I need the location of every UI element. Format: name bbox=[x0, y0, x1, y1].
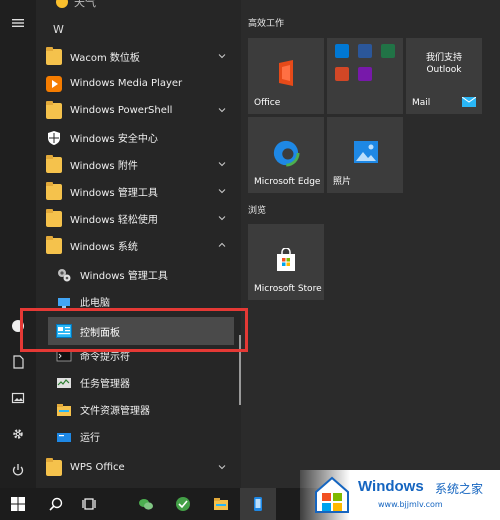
chevron-down-icon bbox=[218, 108, 226, 113]
chevron-down-icon bbox=[218, 465, 226, 470]
folder-icon bbox=[46, 46, 62, 65]
hamburger-menu-icon[interactable] bbox=[0, 5, 36, 41]
powerpoint-icon bbox=[335, 67, 349, 81]
app-list-scrollbar[interactable] bbox=[239, 335, 241, 405]
chevron-down-icon bbox=[218, 54, 226, 59]
app-list[interactable]: 天气 W Wacom 数位板 Windows Media Player Wind… bbox=[36, 0, 241, 488]
windows-logo-icon bbox=[11, 497, 25, 511]
folder-icon bbox=[46, 457, 62, 476]
admin-tools-icon bbox=[56, 267, 72, 283]
letter-header-w[interactable]: W bbox=[53, 23, 64, 36]
list-item-file-explorer[interactable]: 文件资源管理器 bbox=[56, 396, 236, 423]
list-item-task-manager[interactable]: 任务管理器 bbox=[56, 369, 236, 396]
list-item-media-player[interactable]: Windows Media Player bbox=[46, 70, 236, 97]
folder-icon bbox=[46, 100, 62, 119]
search-button[interactable] bbox=[38, 488, 74, 520]
tile-group-title-browse[interactable]: 浏览 bbox=[248, 203, 266, 216]
tile-photos[interactable]: 照片 bbox=[327, 117, 403, 193]
watermark: Windows 系统之家 www.bjjmlv.com bbox=[300, 470, 500, 520]
control-panel-icon bbox=[56, 324, 72, 338]
list-item-wps-office[interactable]: WPS Office bbox=[46, 454, 236, 481]
folder-icon bbox=[46, 208, 62, 227]
mail-envelope-icon bbox=[462, 97, 476, 107]
task-view-icon bbox=[82, 498, 96, 510]
command-prompt-icon bbox=[56, 348, 72, 364]
chevron-down-icon bbox=[218, 216, 226, 221]
list-item-security-center[interactable]: Windows 安全中心 bbox=[46, 124, 236, 151]
run-icon bbox=[56, 429, 72, 445]
power-icon[interactable] bbox=[0, 452, 36, 488]
list-item-windows-system[interactable]: Windows 系统 bbox=[46, 232, 236, 259]
tile-office[interactable]: Office bbox=[248, 38, 324, 114]
chevron-up-icon bbox=[218, 242, 226, 247]
search-icon bbox=[49, 497, 63, 511]
folder-icon bbox=[46, 235, 62, 254]
excel-icon bbox=[381, 44, 395, 58]
phone-icon bbox=[254, 497, 262, 511]
wechat-icon bbox=[139, 499, 153, 510]
user-avatar-icon[interactable] bbox=[0, 308, 36, 344]
start-button[interactable] bbox=[0, 488, 36, 520]
tile-store[interactable]: Microsoft Store bbox=[248, 224, 324, 300]
word-icon bbox=[358, 44, 372, 58]
task-view-button[interactable] bbox=[72, 488, 108, 520]
task-manager-icon bbox=[56, 375, 72, 391]
chevron-down-icon bbox=[218, 189, 226, 194]
photos-icon bbox=[354, 141, 378, 163]
file-explorer-icon bbox=[214, 498, 228, 510]
chevron-down-icon bbox=[218, 162, 226, 167]
list-item-this-pc[interactable]: 此电脑 bbox=[56, 288, 236, 315]
office-icon bbox=[279, 60, 293, 86]
outlook-icon bbox=[335, 44, 349, 58]
taskbar-phone-app[interactable] bbox=[240, 488, 276, 520]
taskbar-browser[interactable] bbox=[165, 488, 201, 520]
taskbar-wechat[interactable] bbox=[128, 488, 164, 520]
folder-icon bbox=[46, 181, 62, 200]
list-item-run[interactable]: 运行 bbox=[56, 423, 236, 450]
onenote-icon bbox=[358, 67, 372, 81]
watermark-logo-icon bbox=[315, 476, 349, 513]
list-item-accessories[interactable]: Windows 附件 bbox=[46, 151, 236, 178]
weather-icon bbox=[56, 0, 68, 8]
list-item-admin-tools[interactable]: Windows 管理工具 bbox=[56, 261, 236, 288]
taskbar-file-explorer[interactable] bbox=[203, 488, 239, 520]
start-rail bbox=[0, 0, 36, 488]
list-item-ease-of-access[interactable]: Windows 轻松使用 bbox=[46, 205, 236, 232]
file-explorer-icon bbox=[56, 402, 72, 418]
list-item-powershell[interactable]: Windows PowerShell bbox=[46, 97, 236, 124]
store-bag-icon bbox=[277, 248, 295, 271]
media-player-icon bbox=[46, 75, 62, 92]
browser-icon bbox=[176, 497, 190, 511]
list-item-control-panel[interactable]: 控制面板 bbox=[48, 317, 234, 345]
list-item-admin-tools-folder[interactable]: Windows 管理工具 bbox=[46, 178, 236, 205]
computer-icon bbox=[56, 294, 72, 310]
list-item-cmd[interactable]: 命令提示符 bbox=[56, 342, 236, 369]
list-item-wacom[interactable]: Wacom 数位板 bbox=[46, 43, 236, 70]
settings-gear-icon[interactable] bbox=[0, 416, 36, 452]
pictures-icon[interactable] bbox=[0, 380, 36, 416]
tile-mail[interactable]: 我们支持 Outlook Mail bbox=[406, 38, 482, 114]
weather-item[interactable]: 天气 bbox=[56, 0, 96, 10]
shield-icon bbox=[46, 130, 62, 146]
tile-edge[interactable]: Microsoft Edge bbox=[248, 117, 324, 193]
folder-icon bbox=[46, 154, 62, 173]
tile-group-title-work[interactable]: 高效工作 bbox=[248, 16, 284, 29]
edge-icon bbox=[272, 139, 300, 167]
documents-icon[interactable] bbox=[0, 344, 36, 380]
tile-office-apps-folder[interactable] bbox=[327, 38, 403, 114]
